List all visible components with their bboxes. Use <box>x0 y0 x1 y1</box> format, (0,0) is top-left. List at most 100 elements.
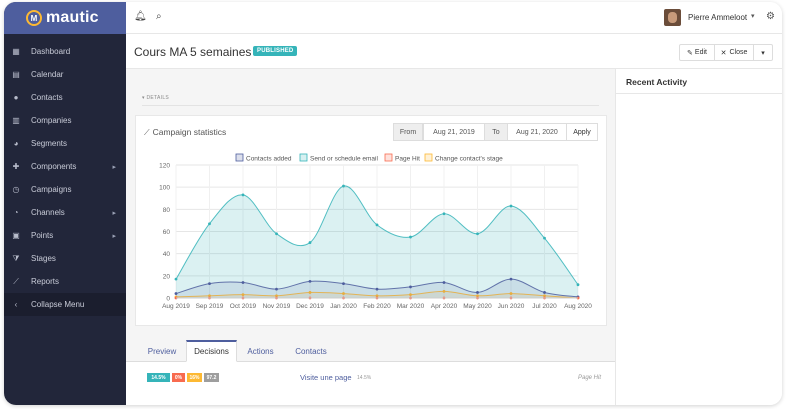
sidebar-item-segments[interactable]: ◕ Segments <box>4 132 126 155</box>
data-point <box>241 193 245 197</box>
close-label: Close <box>729 49 748 56</box>
sidebar-item-reports[interactable]: ⟋ Reports <box>4 270 126 293</box>
clock-icon: ◷ <box>12 185 20 194</box>
caret-down-icon: ▾ <box>761 49 765 57</box>
sidebar-item-label: Calendar <box>31 70 64 79</box>
data-point <box>476 232 479 236</box>
x-tick-label: Apr 2020 <box>431 303 458 310</box>
data-point <box>509 277 513 281</box>
legend-swatch <box>384 153 393 162</box>
data-point <box>543 236 546 240</box>
bell-icon[interactable]: 🔔︎ <box>134 11 147 22</box>
stat-badge: 14.5% <box>147 373 170 382</box>
sidebar-item-dashboard[interactable]: ▦ Dashboard <box>4 40 126 63</box>
x-tick-label: Sep 2019 <box>196 303 224 310</box>
stat-badge: 97.2 <box>204 373 219 382</box>
data-point <box>275 232 278 236</box>
data-point <box>375 287 379 291</box>
calendar-icon: ▤ <box>12 70 20 79</box>
more-options-button[interactable]: ▾ <box>753 44 773 61</box>
close-button[interactable]: ✕ Close <box>714 44 754 61</box>
y-tick-label: 60 <box>163 229 171 236</box>
x-tick-label: Jun 2020 <box>498 303 525 310</box>
sidebar-item-label: Channels <box>31 208 65 217</box>
details-toggle[interactable]: ▾ DETAILS <box>142 95 169 101</box>
tab-preview[interactable]: Preview <box>140 340 184 362</box>
data-point <box>174 292 178 295</box>
sidebar-item-campaigns[interactable]: ◷ Campaigns <box>4 178 126 201</box>
brand[interactable]: M mautic <box>4 2 126 34</box>
caret-down-icon[interactable]: ▾ <box>751 12 755 20</box>
x-tick-label: Feb 2020 <box>363 303 391 310</box>
sidebar-item-label: Segments <box>31 139 68 148</box>
sidebar-item-collapse-menu[interactable]: ‹ Collapse Menu <box>4 293 126 316</box>
data-point <box>208 282 211 285</box>
data-point <box>174 277 178 281</box>
search-icon[interactable]: ⌕ <box>156 11 162 22</box>
rss-icon: ◔ <box>13 208 19 217</box>
data-point <box>375 223 379 227</box>
tab-actions[interactable]: Actions <box>237 340 284 362</box>
sidebar-item-companies[interactable]: ▥ Companies <box>4 109 126 132</box>
sidebar-item-label: Stages <box>31 254 56 263</box>
sidebar-item-label: Collapse Menu <box>31 300 85 309</box>
edit-label: Edit <box>694 49 707 56</box>
sidebar-item-calendar[interactable]: ▤ Calendar <box>4 63 126 86</box>
legend-label: Page Hit <box>395 156 420 163</box>
sidebar: M mautic ▦ Dashboard ▤ Calendar ● Contacts ▥ Co… <box>4 2 126 405</box>
brand-name: mautic <box>46 9 99 26</box>
status-badge: PUBLISHED <box>253 46 298 56</box>
sidebar-item-stages[interactable]: ⧩ Stages <box>4 247 126 270</box>
sidebar-item-label: Dashboard <box>31 47 71 56</box>
decision-percent: 14.5% <box>357 375 372 381</box>
chevron-left-icon: ‹ <box>14 300 18 309</box>
decision-name[interactable]: Visite une page <box>300 373 352 382</box>
tab-decisions[interactable]: Decisions <box>186 340 237 362</box>
legend-swatch <box>235 153 244 162</box>
y-tick-label: 120 <box>159 163 170 170</box>
user-icon: ● <box>13 93 19 102</box>
data-point <box>308 279 312 283</box>
x-tick-label: Mar 2020 <box>397 303 425 310</box>
data-point <box>442 212 446 216</box>
data-point <box>509 204 513 208</box>
user-name[interactable]: Pierre Ammeloot <box>688 13 747 22</box>
recent-activity-title: Recent Activity <box>626 77 688 87</box>
building-icon: ▥ <box>12 116 20 125</box>
data-point <box>543 291 546 294</box>
sidebar-item-label: Points <box>31 231 54 240</box>
sidebar-item-label: Components <box>31 162 77 171</box>
chevron-right-icon: ▸ <box>112 163 116 171</box>
sidebar-item-points[interactable]: ▣ Points ▸ <box>4 224 126 247</box>
x-tick-label: Jul 2020 <box>532 303 557 310</box>
legend-swatch <box>424 153 433 162</box>
data-point <box>275 287 278 291</box>
th-icon: ▦ <box>12 47 20 56</box>
legend-swatch <box>299 153 308 162</box>
page-header: Cours MA 5 semaines PUBLISHED ✎ Edit ✕ Clo… <box>126 35 782 69</box>
y-tick-label: 20 <box>163 273 171 280</box>
avatar[interactable] <box>664 9 681 26</box>
y-tick-label: 0 <box>166 296 170 303</box>
x-tick-label: Oct 2019 <box>230 303 257 310</box>
sidebar-item-contacts[interactable]: ● Contacts <box>4 86 126 109</box>
app-window: M mautic ▦ Dashboard ▤ Calendar ● Contacts ▥ Co… <box>4 2 782 405</box>
gear-icon[interactable]: ⚙ <box>766 11 775 22</box>
tab-contacts[interactable]: Contacts <box>284 340 338 362</box>
y-tick-label: 80 <box>163 207 171 214</box>
edit-button[interactable]: ✎ Edit <box>679 44 715 61</box>
sidebar-item-channels[interactable]: ◔ Channels ▸ <box>4 201 126 224</box>
recent-activity-panel: Recent Activity <box>615 69 782 405</box>
campaign-statistics-panel: ⟋ Campaign statistics From Aug 21, 2019 T… <box>135 115 607 326</box>
x-tick-label: Aug 2020 <box>564 303 592 310</box>
filter-icon: ⧩ <box>12 253 20 263</box>
pie-chart-icon: ◕ <box>13 139 19 148</box>
tabs: Preview Decisions Actions Contacts <box>126 340 615 362</box>
mautic-logo-icon: M <box>26 10 42 26</box>
legend-label: Send or schedule email <box>310 156 378 163</box>
x-tick-label: Aug 2019 <box>162 303 190 310</box>
y-tick-label: 100 <box>159 185 170 192</box>
data-point <box>576 283 580 287</box>
sidebar-item-components[interactable]: ✚ Components ▸ <box>4 155 126 178</box>
sidebar-nav: ▦ Dashboard ▤ Calendar ● Contacts ▥ Companies ◕ S… <box>4 34 126 316</box>
